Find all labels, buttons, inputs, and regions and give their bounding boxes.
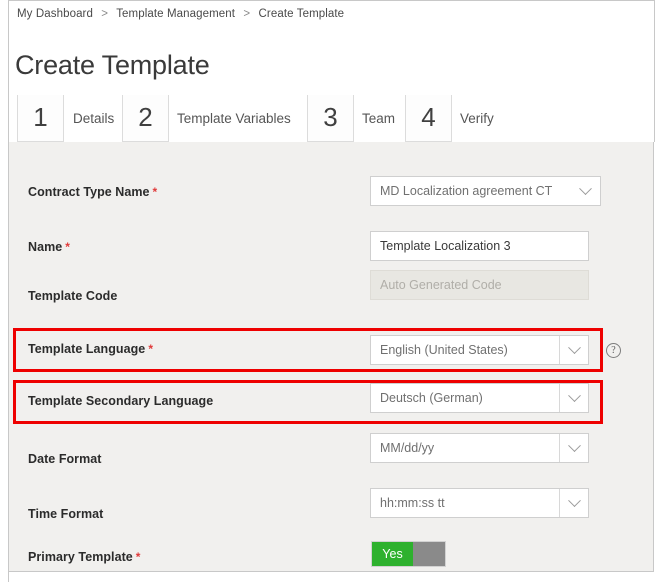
label-name: Name * (28, 240, 70, 254)
label-date-format: Date Format (28, 452, 102, 466)
form-row-contract-type-name: Contract Type Name * MD Localization agre… (9, 176, 654, 224)
breadcrumb-item-my-dashboard[interactable]: My Dashboard (17, 8, 93, 20)
window-border-top (8, 0, 655, 1)
time-format-dropdown[interactable]: hh:mm:ss tt (370, 488, 589, 518)
template-code-input: Auto Generated Code (370, 270, 589, 300)
wizard-step-2-number: 2 (138, 102, 153, 132)
form-row-template-language: Template Language * English (United State… (9, 328, 654, 372)
date-format-value: MM/dd/yy (380, 441, 435, 455)
label-template-secondary-language: Template Secondary Language (28, 394, 214, 408)
chevron-down-icon[interactable] (559, 434, 588, 462)
wizard-step-4-badge[interactable]: 4 (405, 95, 452, 142)
name-input[interactable]: Template Localization 3 (370, 231, 589, 261)
form-row-date-format: Date Format MM/dd/yy (9, 433, 654, 481)
contract-type-name-dropdown[interactable]: MD Localization agreement CT (370, 176, 601, 206)
wizard-step-1-badge[interactable]: 1 (17, 95, 64, 142)
required-marker: * (148, 342, 154, 356)
breadcrumb-item-create-template[interactable]: Create Template (259, 8, 345, 20)
label-template-code: Template Code (28, 289, 118, 303)
required-marker: * (135, 550, 141, 564)
breadcrumb: My Dashboard > Template Management > Cre… (17, 8, 344, 20)
required-marker: * (152, 185, 158, 199)
wizard-step-4-label[interactable]: Verify (460, 95, 494, 142)
label-contract-type-name: Contract Type Name * (28, 185, 158, 199)
primary-template-toggle-knob[interactable] (413, 542, 445, 566)
wizard-step-1-label[interactable]: Details (73, 95, 114, 142)
wizard-step-4-number: 4 (421, 102, 436, 132)
required-marker: * (65, 240, 70, 254)
chevron-down-icon[interactable] (559, 336, 588, 364)
form-row-template-secondary-language: Template Secondary Language Deutsch (Ger… (9, 380, 654, 424)
form-row-primary-template: Primary Template * Yes (9, 541, 654, 577)
wizard-step-1-number: 1 (33, 102, 48, 132)
form-row-time-format: Time Format hh:mm:ss tt (9, 488, 654, 536)
label-primary-template: Primary Template * (28, 550, 141, 564)
chevron-down-icon[interactable] (570, 177, 600, 205)
breadcrumb-item-template-management[interactable]: Template Management (116, 8, 235, 20)
label-template-language: Template Language * (28, 342, 154, 356)
primary-template-toggle[interactable]: Yes (371, 541, 446, 567)
breadcrumb-separator: > (243, 8, 251, 20)
form-row-template-code: Template Code Auto Generated Code (9, 270, 654, 318)
wizard-steps: 1 Details 2 Template Variables 3 Team 4 … (9, 95, 654, 163)
breadcrumb-separator: > (101, 8, 109, 20)
contract-type-name-value: MD Localization agreement CT (380, 184, 553, 198)
time-format-value: hh:mm:ss tt (380, 496, 445, 510)
create-template-page: My Dashboard > Template Management > Cre… (0, 0, 665, 582)
chevron-down-icon[interactable] (559, 489, 588, 517)
template-language-dropdown[interactable]: English (United States) (370, 335, 589, 365)
template-secondary-language-dropdown[interactable]: Deutsch (German) (370, 383, 589, 413)
label-time-format: Time Format (28, 507, 104, 521)
template-language-value: English (United States) (380, 343, 508, 357)
help-icon[interactable]: ? (606, 343, 621, 358)
template-code-placeholder: Auto Generated Code (380, 278, 502, 292)
primary-template-toggle-on-label: Yes (372, 542, 413, 566)
details-form: Contract Type Name * MD Localization agre… (9, 142, 654, 572)
template-secondary-language-value: Deutsch (German) (380, 391, 483, 405)
wizard-step-3-label[interactable]: Team (362, 95, 395, 142)
chevron-down-icon[interactable] (559, 384, 588, 412)
wizard-step-2-badge[interactable]: 2 (122, 95, 169, 142)
wizard-step-3-badge[interactable]: 3 (307, 95, 354, 142)
window-border-right (654, 0, 655, 142)
wizard-step-2-label[interactable]: Template Variables (177, 95, 291, 142)
date-format-dropdown[interactable]: MM/dd/yy (370, 433, 589, 463)
name-value: Template Localization 3 (380, 239, 511, 253)
page-title: Create Template (15, 50, 210, 80)
wizard-step-3-number: 3 (323, 102, 338, 132)
